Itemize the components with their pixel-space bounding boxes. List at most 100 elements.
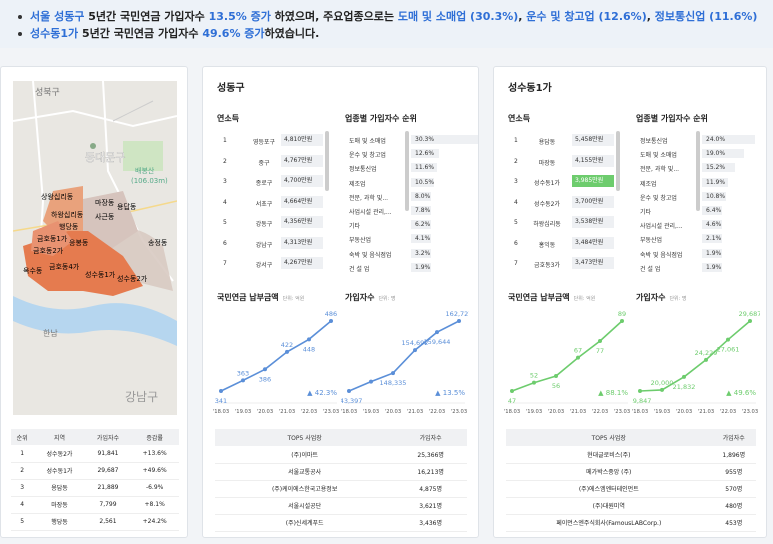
industry-name: 제조업: [349, 180, 366, 188]
summary-line-2: 성수동1가 5년간 국민연금 가입자수 49.6% 증가하였습니다.: [18, 25, 773, 42]
data-point[interactable]: [532, 380, 536, 385]
table-row[interactable]: 서울교통공사 16,213명: [215, 463, 467, 481]
pension-line-chart: 341 363 386 422 448 486 '18.03 '19.03 '20.03 '21.…: [213, 310, 339, 415]
income-value: 3,473만원: [572, 257, 614, 269]
industry-value: 15.2%: [706, 164, 726, 172]
table-cell: 25,366명: [394, 446, 467, 464]
table-row[interactable]: 메가박스중앙 (주) 955명: [506, 463, 756, 481]
summary-segment: 하였으며, 주요업종으로는: [270, 10, 398, 23]
data-label: 159,644: [424, 338, 451, 346]
tick-label: '23.03: [451, 409, 467, 415]
table-row[interactable]: (주)대원미역 480명: [506, 497, 756, 515]
income-region: 성수동2가: [534, 200, 560, 208]
scrollbar[interactable]: [405, 131, 409, 211]
members-unit: 단위: 명: [378, 296, 396, 302]
data-point[interactable]: [413, 348, 417, 353]
data-point[interactable]: [329, 319, 333, 323]
industry-name: 숙박 및 음식점업: [640, 251, 683, 259]
data-point[interactable]: [726, 337, 730, 342]
industry-name: 건 설 업: [349, 265, 370, 273]
data-point[interactable]: [219, 389, 223, 393]
data-point[interactable]: [347, 389, 351, 393]
scrollbar[interactable]: [696, 131, 700, 211]
members-unit: 단위: 명: [669, 296, 687, 302]
pension-unit: 단위: 억원: [282, 296, 305, 302]
industry-value: 1.9%: [415, 263, 431, 271]
income-rank: 3: [514, 178, 518, 185]
data-point[interactable]: [620, 319, 624, 323]
income-rank: 3: [223, 178, 227, 185]
data-point[interactable]: [241, 378, 245, 383]
summary-segment: 도매 및 소매업 (30.3%): [397, 10, 519, 23]
tick-label: '22.03: [429, 409, 445, 415]
table-cell: (주)대원미역: [506, 497, 712, 515]
data-point[interactable]: [263, 367, 267, 372]
industry-value: 3.2%: [415, 249, 431, 257]
table-cell: 1: [11, 445, 34, 463]
column-header: 가입자수: [711, 429, 756, 446]
data-point[interactable]: [660, 387, 664, 392]
scrollbar[interactable]: [616, 131, 620, 191]
tick-label: '18.03: [341, 409, 357, 415]
data-point[interactable]: [510, 389, 514, 393]
table-cell: 행당동: [33, 513, 86, 531]
industry-value: 30.3%: [415, 136, 435, 143]
table-row[interactable]: 4 마장동 7,799 +8.1%: [11, 496, 179, 514]
data-point[interactable]: [369, 379, 373, 384]
data-point[interactable]: [457, 319, 461, 323]
data-point[interactable]: [598, 339, 602, 343]
table-row[interactable]: (주)케이에스한국고용정보 4,875명: [215, 480, 467, 498]
data-point[interactable]: [391, 371, 395, 376]
data-point[interactable]: [748, 319, 752, 323]
industry-name: 사업시설 관리,...: [640, 223, 683, 231]
table-row[interactable]: 현대글로비스(주) 1,896명: [506, 446, 756, 464]
data-label: 89: [618, 310, 626, 318]
table-row[interactable]: 5 행당동 2,561 +24.2%: [11, 513, 179, 531]
map-label-haengdang: 행당동: [59, 222, 79, 231]
data-point[interactable]: [682, 374, 686, 379]
income-region: 하왕십리동: [533, 221, 561, 228]
members-line-chart: 143,397148,335154,692159,644162,727'18.0…: [341, 310, 469, 415]
data-label: 29,687: [739, 310, 760, 318]
income-value: 3,985만원: [572, 175, 614, 187]
income-rank: 7: [514, 260, 518, 267]
data-label: 143,397: [341, 397, 362, 405]
series-line: [220, 320, 332, 392]
income-rank: 6: [514, 239, 518, 247]
table-row[interactable]: 3 용답동 21,889 -6.9%: [11, 479, 179, 497]
data-point[interactable]: [307, 337, 311, 342]
income-value: 5,458만원: [572, 134, 614, 146]
data-label: 341: [215, 397, 227, 405]
table-row[interactable]: 1 성수동2가 91,841 +13.6%: [11, 445, 179, 463]
industry-value: 10.8%: [706, 192, 726, 200]
income-rank: 1: [514, 137, 518, 144]
data-point[interactable]: [435, 330, 439, 335]
data-point[interactable]: [576, 355, 580, 360]
data-point[interactable]: [638, 389, 642, 393]
data-point[interactable]: [285, 349, 289, 354]
table-row[interactable]: 2 성수동1가 29,687 +49.6%: [11, 462, 179, 480]
table-row[interactable]: 서울시설공단 3,621명: [215, 497, 467, 515]
panel-title: 성수동1가: [508, 83, 552, 94]
map-label-height: (106.03m): [131, 177, 168, 185]
table-row[interactable]: (주)이마트 25,366명: [215, 446, 467, 464]
table-cell: +8.1%: [130, 496, 179, 514]
table-row[interactable]: (주)신세계푸드 3,436명: [215, 514, 467, 532]
industry-name: 건 설 업: [640, 265, 661, 273]
data-point[interactable]: [554, 374, 558, 378]
summary-segment: 5년간 국민연금 가입자수: [84, 10, 209, 23]
map-label-seongbuk: 성북구: [35, 87, 60, 98]
data-point[interactable]: [704, 357, 708, 362]
district-map[interactable]: 성북구 동대문구 배봉산 (106.03m) 상왕십리동 마장동 용답동 하왕십…: [13, 81, 177, 415]
income-rank: 6: [223, 239, 227, 247]
income-rank: 5: [223, 219, 227, 226]
industry-value: 8.0%: [415, 192, 431, 200]
data-label: 363: [237, 369, 249, 377]
scrollbar[interactable]: [325, 131, 329, 191]
table-row[interactable]: (주)에스엠엔터테인먼트 570명: [506, 480, 756, 498]
map-label-gangnam: 강남구: [125, 390, 158, 404]
table-row[interactable]: 페이먼스엔주식회사(FamousLABCorp.) 453명: [506, 514, 756, 532]
members-title: 가입자수 단위: 명: [636, 293, 687, 302]
income-value: 4,810만원: [281, 134, 323, 146]
industry-name: 사업시설 관리,...: [349, 209, 392, 216]
